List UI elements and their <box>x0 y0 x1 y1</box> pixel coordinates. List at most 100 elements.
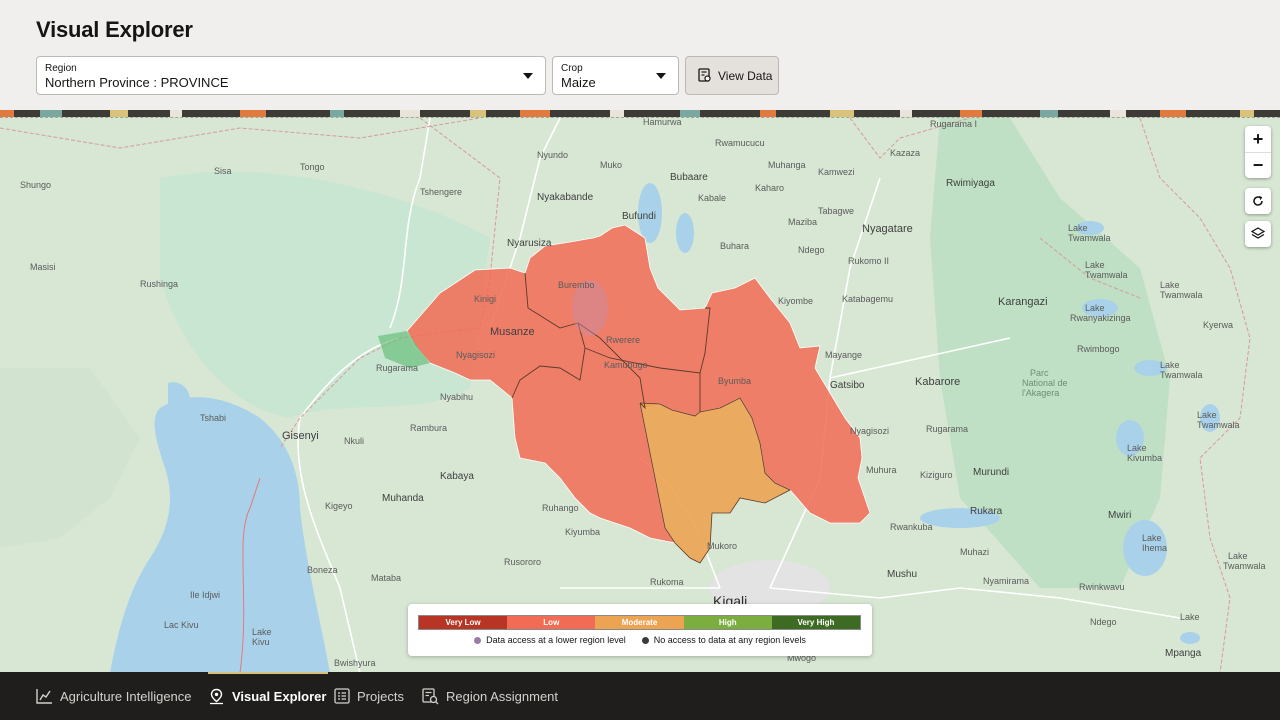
svg-text:Kamwezi: Kamwezi <box>818 167 855 177</box>
zoom-control: + − <box>1245 126 1271 178</box>
svg-text:Tshabi: Tshabi <box>200 413 226 423</box>
svg-text:Lake: Lake <box>1197 410 1217 420</box>
purple-dot-icon <box>474 636 482 644</box>
svg-text:Rugarama: Rugarama <box>376 363 418 373</box>
svg-text:Mataba: Mataba <box>371 573 401 583</box>
svg-text:Lake: Lake <box>1085 260 1105 270</box>
svg-text:Ndego: Ndego <box>798 245 825 255</box>
svg-text:Musanze: Musanze <box>490 326 535 338</box>
svg-text:Muhazi: Muhazi <box>960 547 989 557</box>
svg-text:Kabale: Kabale <box>698 193 726 203</box>
svg-text:Muko: Muko <box>600 160 622 170</box>
svg-text:Rugarama: Rugarama <box>926 424 968 434</box>
legend-note-lower-level: Data access at a lower region level <box>474 635 626 645</box>
svg-text:Twamwala: Twamwala <box>1160 290 1203 300</box>
svg-text:Tabagwe: Tabagwe <box>818 206 854 216</box>
svg-text:Lac Kivu: Lac Kivu <box>164 620 199 630</box>
svg-text:Mayange: Mayange <box>825 350 862 360</box>
legend-high: High <box>683 616 772 629</box>
region-select-label: Region <box>45 63 77 74</box>
legend-note-lower-level-label: Data access at a lower region level <box>486 635 626 645</box>
lake-ruhondo <box>676 213 694 253</box>
view-data-button[interactable]: View Data <box>685 56 779 95</box>
svg-text:Muhura: Muhura <box>866 465 897 475</box>
svg-text:Tongo: Tongo <box>300 162 325 172</box>
svg-text:Karangazi: Karangazi <box>998 296 1048 308</box>
nav-visual-explorer[interactable]: Visual Explorer <box>208 672 329 720</box>
map-canvas[interactable]: Hamurwa Nyundo Muko Rwamucucu Muhanga Ka… <box>0 117 1280 672</box>
zoom-out-button[interactable]: − <box>1245 152 1271 178</box>
svg-text:Kiziguro: Kiziguro <box>920 470 953 480</box>
dark-dot-icon <box>641 636 649 644</box>
svg-text:Hamurwa: Hamurwa <box>643 118 682 127</box>
svg-text:Lake: Lake <box>1180 612 1200 622</box>
map-legend: Very Low Low Moderate High Very High Dat… <box>408 604 872 656</box>
view-data-label: View Data <box>718 69 773 83</box>
svg-text:Rwamucucu: Rwamucucu <box>715 138 765 148</box>
nav-projects-label: Projects <box>357 688 404 704</box>
svg-text:Lake: Lake <box>1142 533 1162 543</box>
legend-scale: Very Low Low Moderate High Very High <box>418 615 861 630</box>
svg-text:Rwimiyaga: Rwimiyaga <box>946 178 995 189</box>
svg-text:Ruhango: Ruhango <box>542 503 579 513</box>
svg-text:Twamwala: Twamwala <box>1085 270 1128 280</box>
svg-text:Nyagisozi: Nyagisozi <box>850 426 889 436</box>
svg-text:Nyundo: Nyundo <box>537 150 568 160</box>
layers-button[interactable] <box>1245 221 1271 247</box>
svg-text:Buhara: Buhara <box>720 241 749 251</box>
svg-text:Shungo: Shungo <box>20 180 51 190</box>
basemap: Hamurwa Nyundo Muko Rwamucucu Muhanga Ka… <box>0 118 1280 672</box>
svg-text:Bufundi: Bufundi <box>622 211 656 222</box>
region-select[interactable]: Region Northern Province : PROVINCE <box>36 56 546 95</box>
svg-text:Bubaare: Bubaare <box>670 172 708 183</box>
svg-text:Nyarusiza: Nyarusiza <box>507 238 552 249</box>
svg-text:Nyabihu: Nyabihu <box>440 392 473 402</box>
nav-projects[interactable]: Projects <box>334 672 404 720</box>
page-header: Visual Explorer Region Northern Province… <box>0 0 1280 110</box>
decorative-pattern-strip <box>0 110 1280 117</box>
refresh-icon <box>1245 188 1271 214</box>
legend-note-no-access-label: No access to data at any region levels <box>653 635 806 645</box>
nav-agriculture-intelligence[interactable]: Agriculture Intelligence <box>36 672 192 720</box>
svg-text:Maziba: Maziba <box>788 217 817 227</box>
region-select-value: Northern Province : PROVINCE <box>45 75 229 90</box>
svg-text:Kiyumba: Kiyumba <box>565 527 600 537</box>
nav-region-assignment-label: Region Assignment <box>446 688 559 704</box>
svg-text:Gisenyi: Gisenyi <box>282 430 319 442</box>
chevron-down-icon[interactable] <box>523 73 533 79</box>
svg-text:Lake: Lake <box>1085 303 1105 313</box>
svg-text:Ihema: Ihema <box>1142 543 1167 553</box>
svg-text:Masisi: Masisi <box>30 262 56 272</box>
svg-text:Muhanga: Muhanga <box>768 160 806 170</box>
crop-select[interactable]: Crop Maize <box>552 56 679 95</box>
svg-text:Kivu: Kivu <box>252 637 270 647</box>
nav-agriculture-intelligence-label: Agriculture Intelligence <box>60 688 192 704</box>
svg-text:Byumba: Byumba <box>718 376 751 386</box>
nav-region-assignment[interactable]: Region Assignment <box>422 672 558 720</box>
svg-text:Rwerere: Rwerere <box>606 335 640 345</box>
svg-text:Kigeyo: Kigeyo <box>325 501 353 511</box>
svg-text:Lake: Lake <box>1160 360 1180 370</box>
svg-text:Rugarama I: Rugarama I <box>930 119 977 129</box>
svg-text:Twamwala: Twamwala <box>1197 420 1240 430</box>
svg-text:Twamwala: Twamwala <box>1160 370 1203 380</box>
svg-text:Rwinkwavu: Rwinkwavu <box>1079 582 1125 592</box>
svg-text:Kivumba: Kivumba <box>1127 453 1162 463</box>
svg-text:Rukara: Rukara <box>970 506 1003 517</box>
chart-icon <box>36 689 52 704</box>
svg-text:Ndego: Ndego <box>1090 617 1117 627</box>
svg-text:Kiyombe: Kiyombe <box>778 296 813 306</box>
svg-text:Nyagisozi: Nyagisozi <box>456 350 495 360</box>
legend-low: Low <box>507 616 596 629</box>
reset-view-button[interactable] <box>1245 188 1271 214</box>
page-title: Visual Explorer <box>36 17 193 42</box>
zoom-in-button[interactable]: + <box>1245 126 1271 152</box>
map-pin-icon <box>210 688 223 704</box>
legend-very-low: Very Low <box>419 616 508 629</box>
bottom-navigation: Agriculture Intelligence Visual Explorer… <box>0 672 1280 720</box>
svg-text:Rukomo II: Rukomo II <box>848 256 889 266</box>
svg-text:Lake: Lake <box>252 627 272 637</box>
crop-select-label: Crop <box>561 63 583 74</box>
chevron-down-icon[interactable] <box>656 73 666 79</box>
svg-text:Lake: Lake <box>1160 280 1180 290</box>
